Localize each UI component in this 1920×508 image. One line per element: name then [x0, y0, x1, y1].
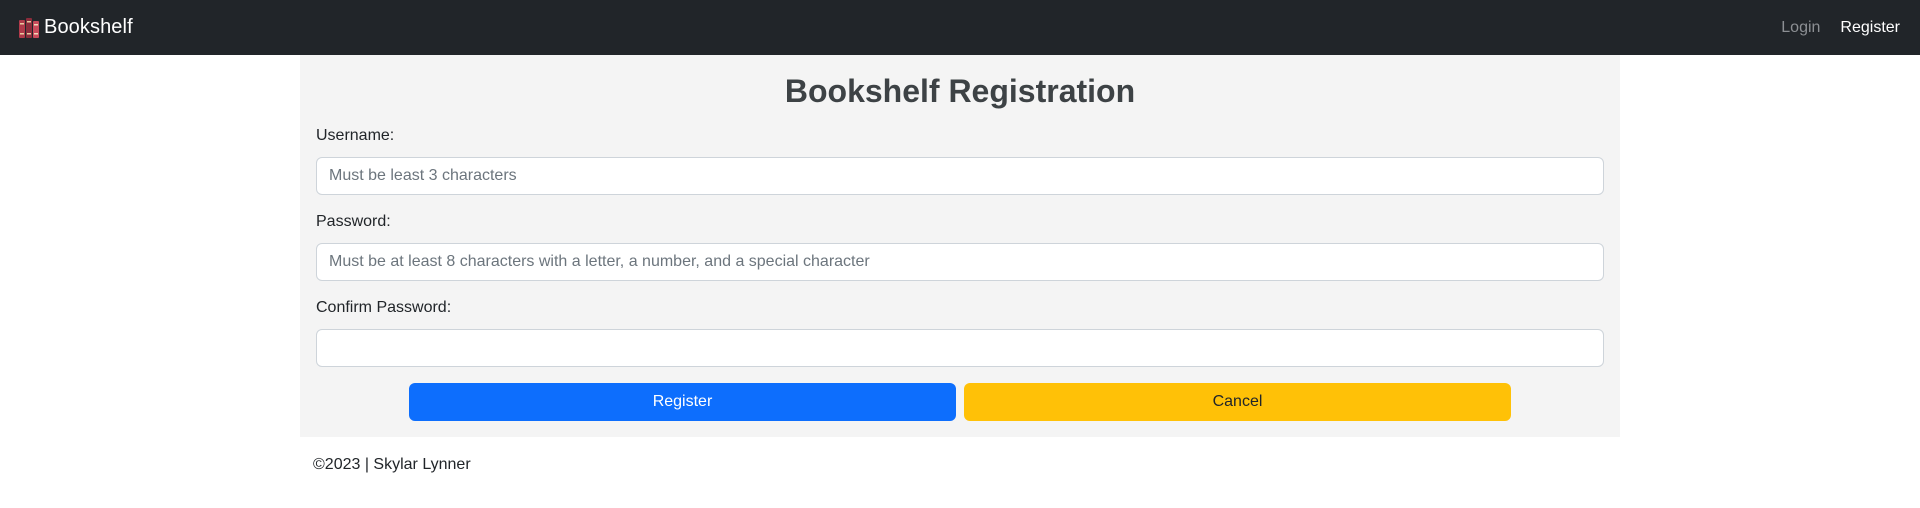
nav-login-link[interactable]: Login	[1781, 19, 1820, 37]
footer-copyright: ©2023 | Skylar Lynner	[313, 456, 471, 473]
confirm-password-input[interactable]	[316, 329, 1604, 367]
username-label: Username:	[316, 127, 395, 144]
books-icon	[18, 16, 40, 40]
brand-link[interactable]: Bookshelf	[18, 0, 133, 55]
cancel-button[interactable]: Cancel	[964, 383, 1511, 421]
brand-name: Bookshelf	[44, 16, 133, 38]
password-label: Password:	[316, 213, 391, 230]
nav-links: Login Register	[1761, 0, 1900, 55]
top-navbar: Bookshelf Login Register	[0, 0, 1920, 55]
username-input[interactable]	[316, 157, 1604, 195]
nav-register-link[interactable]: Register	[1840, 19, 1900, 37]
page-title: Bookshelf Registration	[784, 73, 1136, 109]
confirm-password-label: Confirm Password:	[316, 299, 452, 316]
password-input[interactable]	[316, 243, 1604, 281]
registration-panel: Bookshelf Registration Username: Passwor…	[300, 55, 1620, 437]
register-button[interactable]: Register	[409, 383, 956, 421]
